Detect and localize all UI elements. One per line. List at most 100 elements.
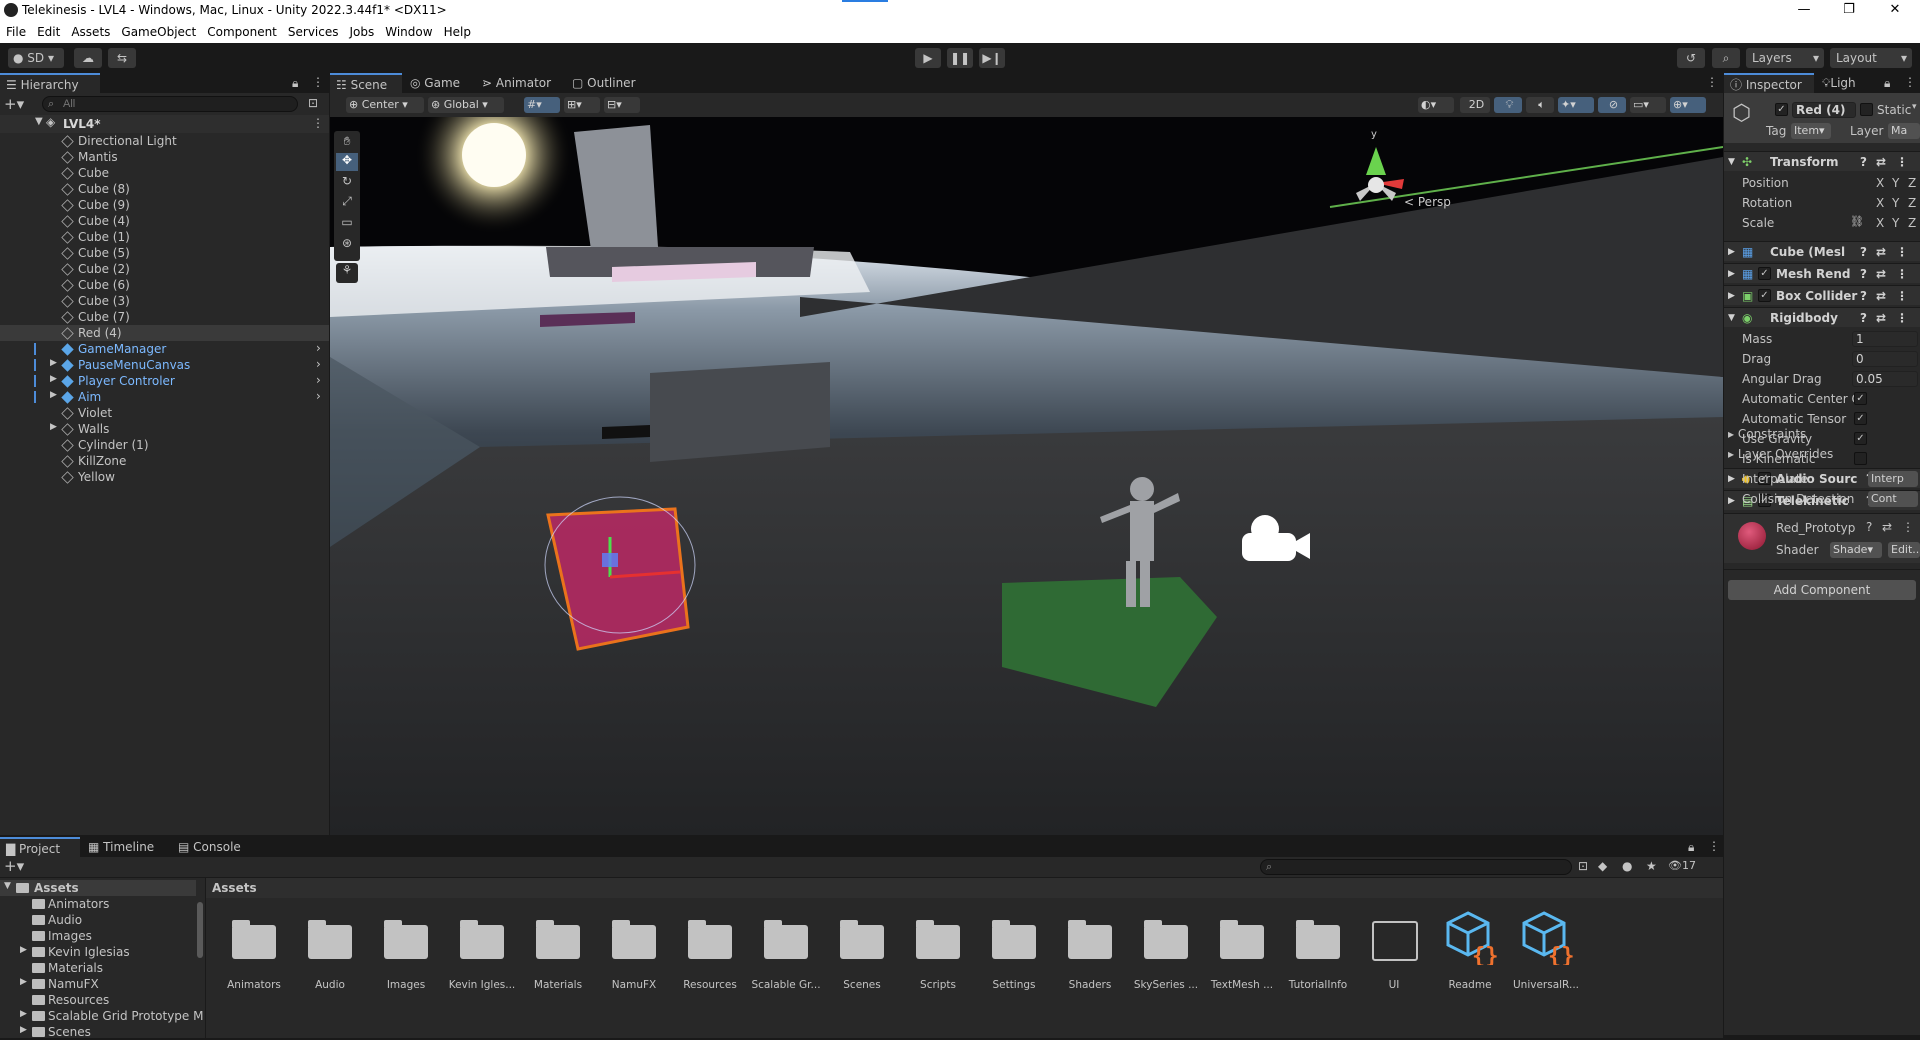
audio-icon[interactable]: 🔈︎ — [1526, 97, 1554, 113]
rigidbody-value-field[interactable]: 0.05 — [1852, 371, 1918, 387]
camera-icon[interactable]: ▭▾ — [1630, 97, 1666, 113]
increment-snap-icon[interactable]: ⊟▾ — [604, 97, 640, 113]
info-icon[interactable]: ● — [1622, 859, 1632, 873]
help-icon[interactable]: ? — [1860, 308, 1867, 328]
folder-tree-item[interactable]: ▶ Scalable Grid Prototype M — [0, 1008, 203, 1024]
tab-scene[interactable]: ☷ Scene — [330, 73, 402, 93]
component-enabled-checkbox[interactable]: ✓ — [1758, 289, 1771, 302]
expand-arrow-icon[interactable]: ▶ — [20, 945, 27, 955]
pivot-dropdown[interactable]: ⊕ Center ▾ — [346, 97, 424, 113]
presets-icon[interactable]: ⇄ — [1876, 242, 1886, 262]
component-kebab-icon[interactable]: ⋮ — [1896, 308, 1908, 328]
hierarchy-search-input[interactable] — [42, 96, 298, 112]
expand-arrow-icon[interactable]: ▶ — [1728, 264, 1735, 284]
menu-component[interactable]: Component — [201, 21, 282, 39]
folder-tree-item[interactable]: Animators — [0, 896, 196, 912]
menu-help[interactable]: Help — [438, 21, 476, 39]
component-enabled-checkbox[interactable]: ✓ — [1758, 267, 1771, 280]
folder-tree-item[interactable]: ▶ Kevin Iglesias — [0, 944, 196, 960]
menu-gameobject[interactable]: GameObject — [115, 21, 201, 39]
open-prefab-icon[interactable]: › — [316, 373, 321, 387]
layers-dropdown[interactable]: Layers ▾ — [1746, 48, 1824, 68]
layout-dropdown[interactable]: Layout ▾ — [1830, 48, 1912, 68]
presets-icon[interactable]: ⇄ — [1876, 152, 1886, 172]
asset-item[interactable]: {} Readme — [1432, 907, 1508, 1003]
link-icon[interactable]: ⛓ — [1850, 215, 1864, 228]
hierarchy-item[interactable]: KillZone — [0, 453, 329, 469]
transform-tool-icon[interactable]: ⊛ — [336, 236, 358, 254]
scale-tool-icon[interactable]: ⤢ — [336, 194, 358, 212]
scene-kebab-icon[interactable]: ⋮ — [312, 116, 324, 130]
hierarchy-item[interactable]: Directional Light — [0, 133, 329, 149]
presets-icon[interactable]: ⇄ — [1876, 264, 1886, 284]
collab-icon[interactable]: ⇆ — [108, 48, 136, 68]
scene-kebab-icon[interactable]: ⋮ — [1706, 75, 1718, 89]
folder-tree-item[interactable]: Images — [0, 928, 196, 944]
space-dropdown[interactable]: ⊛ Global ▾ — [428, 97, 504, 113]
create-asset-button[interactable]: +▾ — [4, 857, 34, 875]
hierarchy-item[interactable]: Cube (1) — [0, 229, 329, 245]
menu-edit[interactable]: Edit — [31, 21, 65, 39]
asset-item[interactable]: {} UniversalR... — [1508, 907, 1584, 1003]
perspective-toggle[interactable]: < Persp — [1404, 195, 1451, 209]
component-kebab-icon[interactable]: ⋮ — [1896, 152, 1908, 172]
component-header[interactable]: ▶ ▦ ✓ Mesh Rend? ⇄ ⋮ — [1724, 263, 1920, 283]
kebab-icon[interactable]: ⋮ — [312, 75, 324, 89]
open-prefab-icon[interactable]: › — [316, 341, 321, 355]
pause-button[interactable]: ❚❚ — [947, 48, 973, 68]
lock-icon[interactable]: 🔒︎ — [1688, 840, 1694, 855]
asset-item[interactable]: Kevin Igles... — [444, 907, 520, 1003]
kebab-icon[interactable]: ⋮ — [1904, 75, 1916, 89]
asset-item[interactable]: UI — [1356, 907, 1432, 1003]
component-kebab-icon[interactable]: ⋮ — [1902, 520, 1914, 534]
help-icon[interactable]: ? — [1866, 520, 1872, 534]
asset-item[interactable]: TextMesh ... — [1204, 907, 1280, 1003]
expand-arrow-icon[interactable]: ▼ — [35, 116, 43, 127]
open-prefab-icon[interactable]: › — [316, 389, 321, 403]
collapse-arrow-icon[interactable]: ▼ — [4, 881, 11, 891]
tab-inspector[interactable]: ⓘ Inspector — [1724, 73, 1814, 93]
hierarchy-item[interactable]: Cube (2) — [0, 261, 329, 277]
history-icon[interactable]: ↺ — [1677, 48, 1705, 68]
rigidbody-checkbox[interactable]: ✓ — [1854, 392, 1867, 405]
menu-assets[interactable]: Assets — [65, 21, 115, 39]
rigidbody-dropdown[interactable]: Interp — [1868, 471, 1918, 487]
folder-tree-item[interactable]: Resources — [0, 992, 196, 1008]
open-prefab-icon[interactable]: › — [316, 357, 321, 371]
rigidbody-dropdown[interactable]: Cont — [1868, 491, 1918, 507]
minimize-button[interactable]: — — [1789, 2, 1819, 17]
grid-snap-icon[interactable]: #▾ — [524, 97, 560, 113]
presets-icon[interactable]: ⇄ — [1876, 286, 1886, 306]
asset-item[interactable]: Resources — [672, 907, 748, 1003]
folder-tree-item[interactable]: Materials — [0, 960, 196, 976]
tag-dropdown[interactable]: Item▾ — [1791, 123, 1831, 139]
hierarchy-item[interactable]: Cylinder (1) — [0, 437, 329, 453]
rigidbody-checkbox[interactable] — [1854, 452, 1867, 465]
expand-arrow-icon[interactable]: ▶ — [1728, 242, 1735, 262]
tab-console[interactable]: ▤ Console — [172, 837, 252, 857]
asset-item[interactable]: Images — [368, 907, 444, 1003]
filter-by-label-icon[interactable]: ◆ — [1598, 859, 1607, 873]
play-button[interactable]: ▶ — [915, 48, 941, 68]
effects-icon[interactable]: ✦▾ — [1558, 97, 1594, 113]
shader-dropdown[interactable]: Shade▾ — [1830, 542, 1882, 558]
hierarchy-item[interactable]: Cube (5) — [0, 245, 329, 261]
folder-tree-item[interactable]: ▼ Assets — [0, 880, 196, 896]
breadcrumb[interactable]: Assets — [212, 880, 257, 896]
asset-item[interactable]: NamuFX — [596, 907, 672, 1003]
hand-tool-icon[interactable]: ✋︎ — [336, 134, 358, 152]
tab-timeline[interactable]: ▦ Timeline — [82, 837, 162, 857]
component-kebab-icon[interactable]: ⋮ — [1896, 242, 1908, 262]
draw-mode-icon[interactable]: ◐▾ — [1418, 97, 1454, 113]
help-icon[interactable]: ? — [1860, 264, 1867, 284]
folder-tree-item[interactable]: Audio — [0, 912, 196, 928]
hierarchy-item[interactable]: Cube (9) — [0, 197, 329, 213]
hierarchy-item[interactable]: Mantis — [0, 149, 329, 165]
expand-arrow-icon[interactable]: ▶ — [20, 1009, 27, 1019]
rigidbody-checkbox[interactable]: ✓ — [1854, 412, 1867, 425]
help-icon[interactable]: ? — [1860, 286, 1867, 306]
hierarchy-item[interactable]: ▶ Aim › — [0, 389, 329, 405]
maximize-button[interactable]: ❐ — [1834, 2, 1864, 17]
asset-item[interactable]: Scenes — [824, 907, 900, 1003]
expand-arrow-icon[interactable]: ▶ — [1728, 286, 1735, 306]
